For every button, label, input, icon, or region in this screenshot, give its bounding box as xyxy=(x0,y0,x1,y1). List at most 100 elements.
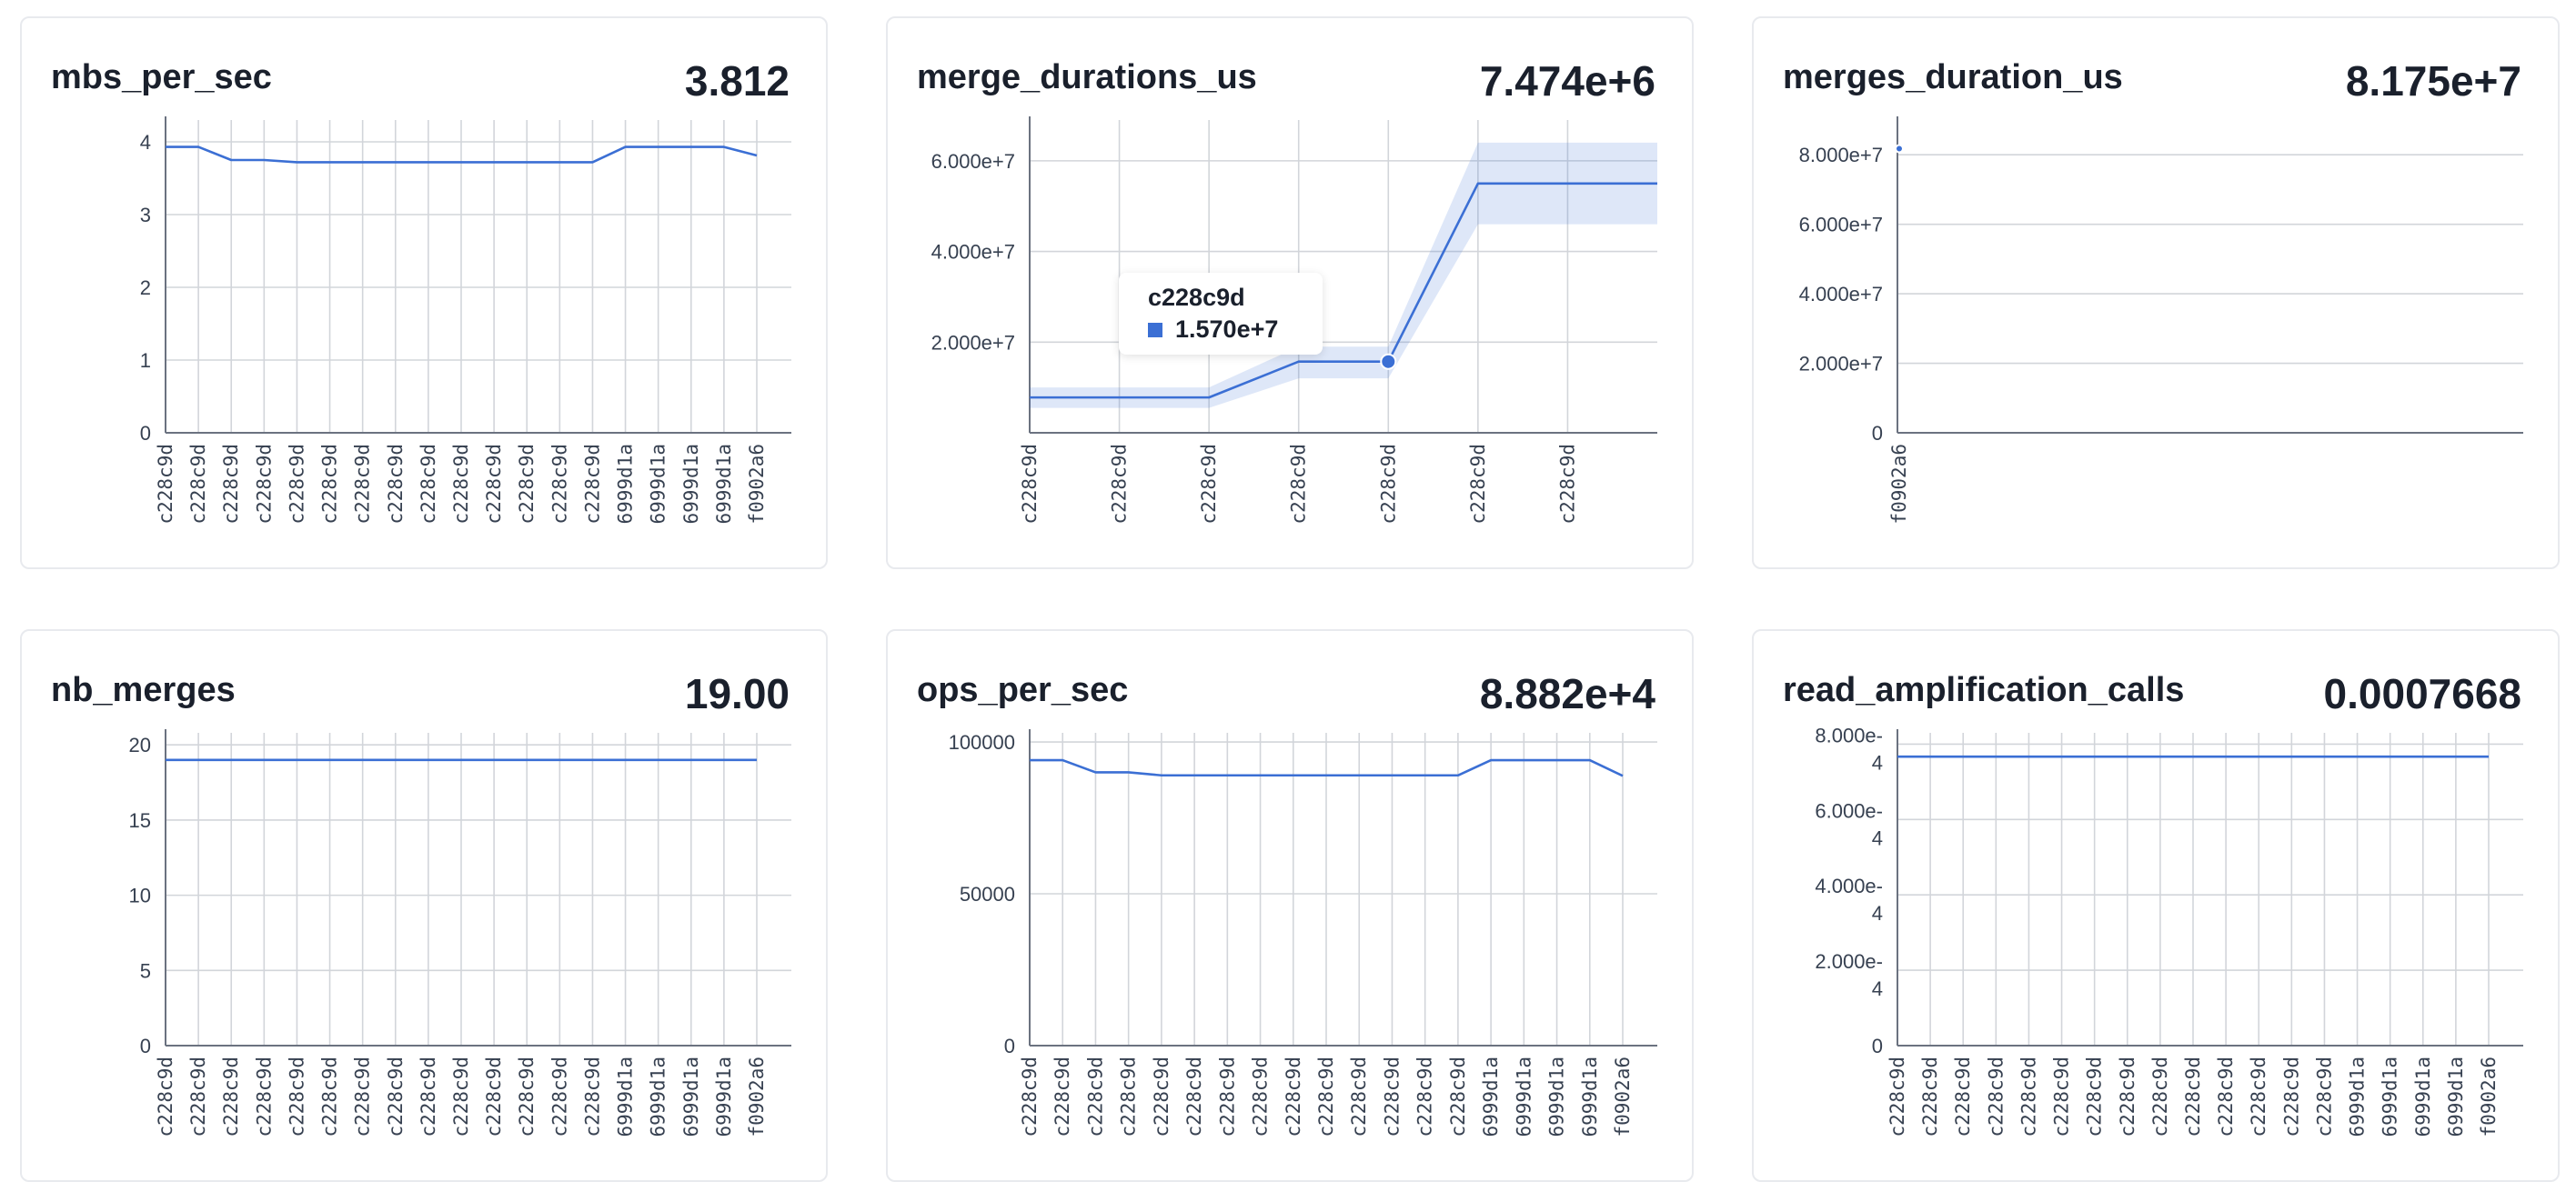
x-tick-label: c228c9d xyxy=(418,444,439,525)
y-tick-label: 6.000e+7 xyxy=(1799,214,1883,236)
y-tick-label: 15 xyxy=(129,809,151,832)
y-tick-label: 2 xyxy=(140,276,151,299)
x-tick-label: c228c9d xyxy=(2051,1057,2073,1137)
x-tick-label: c228c9d xyxy=(2248,1057,2269,1137)
x-tick-label: c228c9d xyxy=(1348,1057,1370,1137)
x-tick-label: c228c9d xyxy=(1288,444,1310,525)
chart-tooltip: c228c9d 1.570e+7 xyxy=(1119,273,1323,355)
line-chart[interactable]: 0 2.000e- 4 4.000e- 4 6.000e- 4 8.000e- 4 c228c9d… xyxy=(1754,631,2561,1184)
data-point xyxy=(1895,144,1904,154)
x-tick-label: c228c9d xyxy=(483,444,505,525)
x-tick-label: c228c9d xyxy=(1887,1057,1908,1137)
x-tick-label: c228c9d xyxy=(155,1057,176,1137)
x-tick-label: c228c9d xyxy=(352,1057,374,1137)
x-tick-label: c228c9d xyxy=(1381,1057,1403,1137)
x-tick-label: c228c9d xyxy=(1019,444,1041,525)
y-tick-label: 5 xyxy=(140,959,151,982)
x-tick-label: 6999d1a xyxy=(1480,1057,1502,1137)
x-tick-label: 6999d1a xyxy=(1513,1057,1535,1137)
x-tick-label: c228c9d xyxy=(253,1057,275,1137)
x-tick-label: c228c9d xyxy=(1283,1057,1304,1137)
y-tick-label: 4.000e- xyxy=(1815,875,1883,897)
tooltip-title: c228c9d xyxy=(1148,284,1245,311)
x-tick-label: c228c9d xyxy=(1052,1057,1073,1137)
metric-card-ops-per-sec: ops_per_sec 8.882e+4 0 50000 100000 c228c9d… xyxy=(886,629,1694,1182)
x-tick-label: 6999d1a xyxy=(680,1057,702,1137)
x-tick-label: c228c9d xyxy=(2215,1057,2237,1137)
x-tick-label: c228c9d xyxy=(319,1057,341,1137)
x-tick-label: 6999d1a xyxy=(615,444,637,525)
x-tick-label: c228c9d xyxy=(220,1057,242,1137)
x-tick-label: c228c9d xyxy=(581,1057,603,1137)
x-tick-label: c228c9d xyxy=(286,444,307,525)
x-tick-label: 6999d1a xyxy=(2412,1057,2434,1137)
x-tick-label: c228c9d xyxy=(187,1057,209,1137)
x-tick-label: c228c9d xyxy=(1556,444,1578,525)
x-tick-label: 6999d1a xyxy=(2445,1057,2467,1137)
y-tick-label: 2.000e+7 xyxy=(1799,353,1883,376)
x-tick-label: c228c9d xyxy=(1118,1057,1140,1137)
x-tick-label: c228c9d xyxy=(352,444,374,525)
x-tick-label: c228c9d xyxy=(1216,1057,1238,1137)
line-chart[interactable]: 0 1 2 3 4 c228c9d c228c9d c228c9d c228c9d c228c9d… xyxy=(22,18,830,571)
x-tick-label: c228c9d xyxy=(1183,1057,1205,1137)
x-tick-label: c228c9d xyxy=(253,444,275,525)
line-chart[interactable]: 0 2.000e+7 4.000e+7 6.000e+7 8.000e+7 f0902a6 xyxy=(1754,18,2561,571)
x-tick-label: 6999d1a xyxy=(713,1057,735,1137)
x-tick-label: 6999d1a xyxy=(1579,1057,1601,1137)
x-tick-label: c228c9d xyxy=(1377,444,1399,525)
x-tick-label: c228c9d xyxy=(418,1057,439,1137)
x-tick-label: c228c9d xyxy=(220,444,242,525)
x-tick-label: c228c9d xyxy=(2084,1057,2106,1137)
x-tick-label: 6999d1a xyxy=(713,444,735,525)
x-tick-label: c228c9d xyxy=(548,444,570,525)
x-tick-label: 6999d1a xyxy=(2380,1057,2401,1137)
x-tick-label: c228c9d xyxy=(187,444,209,525)
y-tick-label: 2.000e+7 xyxy=(931,331,1015,354)
x-tick-label: c228c9d xyxy=(319,444,341,525)
y-tick-label: 4 xyxy=(1872,977,1883,1000)
x-tick-label: c228c9d xyxy=(1952,1057,1974,1137)
x-tick-label: 6999d1a xyxy=(648,444,669,525)
x-tick-label: c228c9d xyxy=(516,1057,538,1137)
y-tick-label: 6.000e- xyxy=(1815,799,1883,822)
y-tick-label: 4.000e+7 xyxy=(1799,283,1883,306)
y-tick-label: 0 xyxy=(140,422,151,445)
y-tick-label: 4 xyxy=(1872,826,1883,849)
y-tick-label: 6.000e+7 xyxy=(931,150,1015,173)
y-tick-label: 10 xyxy=(129,885,151,907)
x-tick-label: c228c9d xyxy=(1985,1057,2007,1137)
x-tick-label: c228c9d xyxy=(483,1057,505,1137)
x-tick-label: c228c9d xyxy=(1414,1057,1436,1137)
x-tick-label: 6999d1a xyxy=(648,1057,669,1137)
metric-card-read-amplification-calls: read_amplification_calls 0.0007668 0 2.00… xyxy=(1752,629,2560,1182)
y-tick-label: 4 xyxy=(140,131,151,154)
y-tick-label: 20 xyxy=(129,734,151,756)
y-tick-label: 8.000e- xyxy=(1815,724,1883,746)
line-chart[interactable]: 0 5 10 15 20 c228c9d c228c9d c228c9d c228c9d c228… xyxy=(22,631,830,1184)
metric-card-merges-duration-us: merges_duration_us 8.175e+7 0 2.000e+7 4.0… xyxy=(1752,16,2560,569)
y-tick-label: 100000 xyxy=(949,731,1015,754)
y-tick-label: 0 xyxy=(1872,422,1883,445)
x-tick-label: c228c9d xyxy=(385,1057,407,1137)
x-tick-label: 6999d1a xyxy=(1546,1057,1568,1137)
tooltip-row: 1.570e+7 xyxy=(1148,316,1306,344)
x-tick-label: f0902a6 xyxy=(1612,1057,1634,1137)
x-tick-label: c228c9d xyxy=(1084,1057,1106,1137)
y-tick-label: 8.000e+7 xyxy=(1799,144,1883,166)
x-tick-label: 6999d1a xyxy=(615,1057,637,1137)
x-tick-label: c228c9d xyxy=(2117,1057,2138,1137)
x-tick-label: f0902a6 xyxy=(2478,1057,2500,1137)
series-swatch xyxy=(1148,322,1162,337)
tooltip-value: 1.570e+7 xyxy=(1175,316,1279,343)
x-tick-label: c228c9d xyxy=(450,1057,472,1137)
y-tick-label: 4.000e+7 xyxy=(931,241,1015,264)
x-tick-label: c228c9d xyxy=(2280,1057,2302,1137)
x-tick-label: c228c9d xyxy=(581,444,603,525)
y-tick-label: 0 xyxy=(1872,1035,1883,1057)
x-tick-label: c228c9d xyxy=(155,444,176,525)
line-chart[interactable]: 0 50000 100000 c228c9d c228c9d c228c9d c228c9d… xyxy=(888,631,1696,1184)
x-tick-label: c228c9d xyxy=(1151,1057,1172,1137)
y-tick-label: 4 xyxy=(1872,902,1883,925)
y-tick-label: 50000 xyxy=(960,883,1015,906)
